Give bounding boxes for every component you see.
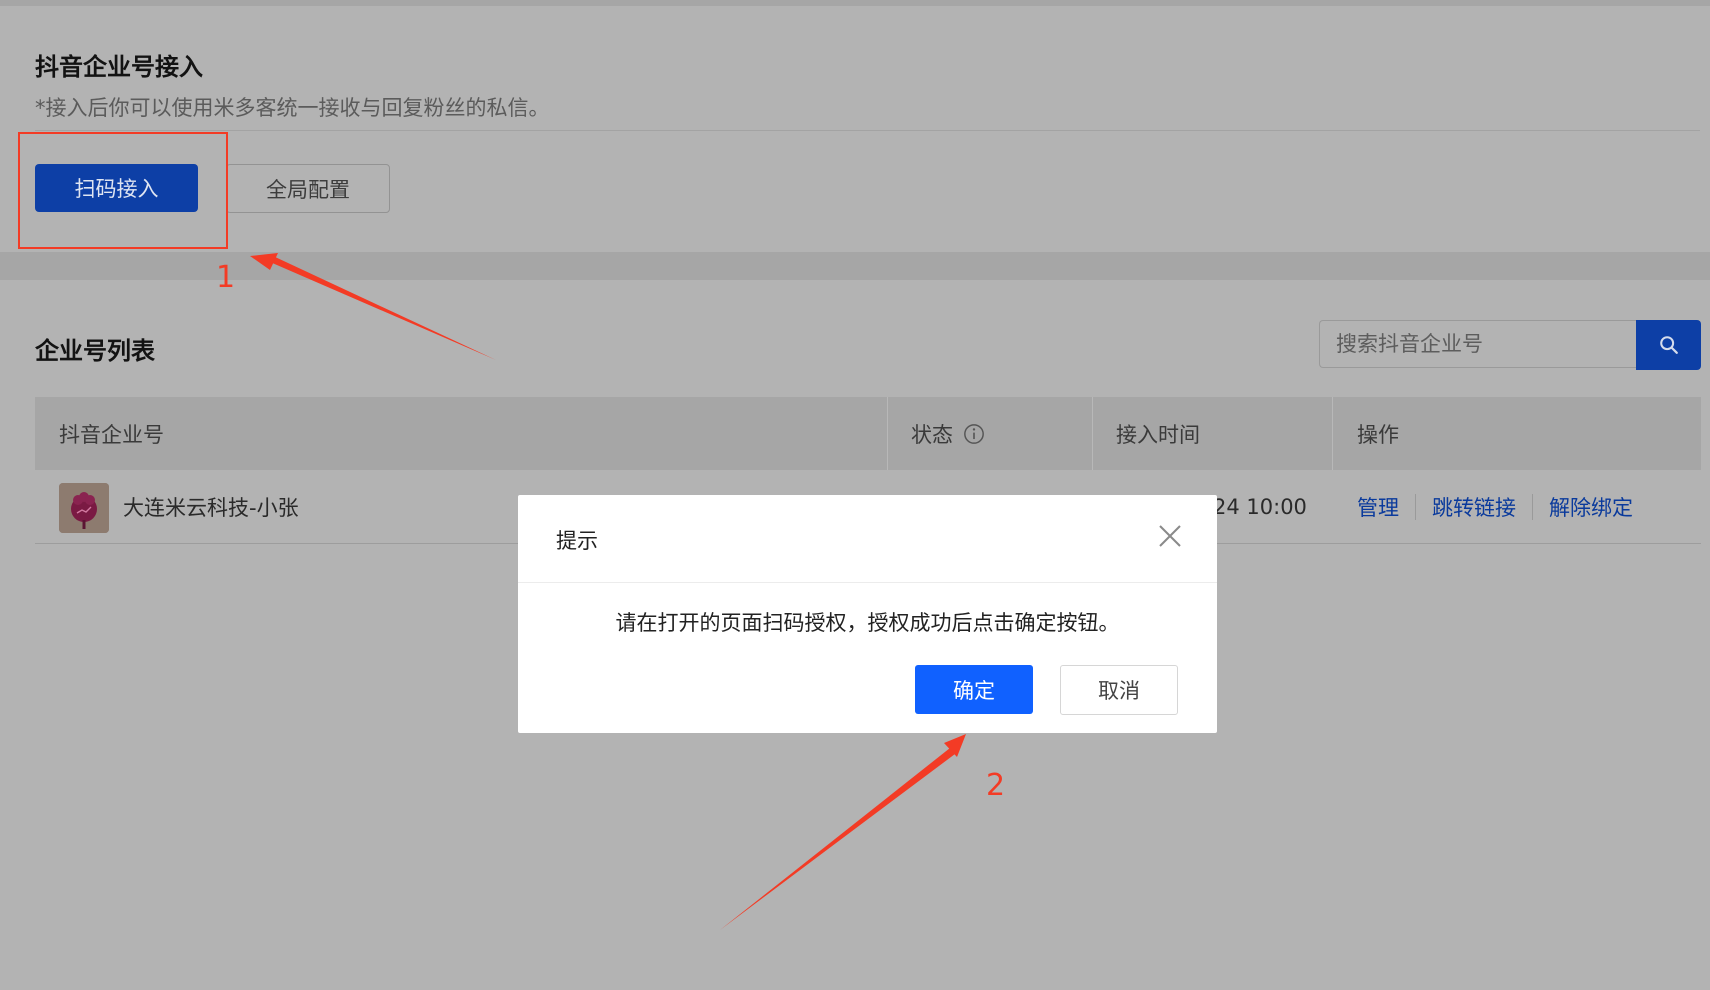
status-header-label: 状态 bbox=[911, 422, 953, 447]
action-separator bbox=[1532, 493, 1533, 520]
column-header-status: 状态 bbox=[911, 397, 985, 470]
confirm-button[interactable]: 确定 bbox=[915, 665, 1033, 714]
integration-description: *接入后你可以使用米多客统一接收与回复粉丝的私信。 bbox=[35, 96, 550, 120]
integration-section: 抖音企业号接入 *接入后你可以使用米多客统一接收与回复粉丝的私信。 扫码接入 全… bbox=[0, 6, 1710, 252]
integration-title: 抖音企业号接入 bbox=[35, 53, 203, 81]
column-divider bbox=[1332, 397, 1333, 470]
connect-time: 24 10:00 bbox=[1213, 494, 1307, 519]
dialog-message: 请在打开的页面扫码授权，授权成功后点击确定按钮。 bbox=[615, 611, 1120, 635]
account-list-title: 企业号列表 bbox=[35, 337, 155, 365]
annotation-step-1: 1 bbox=[216, 260, 236, 295]
action-separator bbox=[1415, 493, 1416, 520]
dialog-header: 提示 bbox=[518, 495, 1217, 583]
annotation-highlight-box bbox=[18, 132, 228, 249]
section-divider bbox=[35, 130, 1700, 131]
column-header-account: 抖音企业号 bbox=[59, 422, 164, 447]
search-icon bbox=[1659, 336, 1678, 354]
row-actions: 管理 跳转链接 解除绑定 bbox=[1357, 470, 1633, 543]
section-gap bbox=[0, 252, 1710, 280]
column-divider bbox=[1092, 397, 1093, 470]
avatar bbox=[59, 483, 109, 533]
column-divider bbox=[887, 397, 888, 470]
global-config-button[interactable]: 全局配置 bbox=[226, 164, 390, 213]
account-name: 大连米云科技-小张 bbox=[123, 495, 299, 520]
info-circle-icon[interactable] bbox=[963, 423, 985, 445]
search-button[interactable] bbox=[1636, 320, 1701, 370]
column-header-time: 接入时间 bbox=[1116, 422, 1200, 447]
annotation-step-2: 2 bbox=[986, 768, 1006, 803]
prompt-dialog: 提示 请在打开的页面扫码授权，授权成功后点击确定按钮。 确定 取消 bbox=[518, 495, 1217, 733]
manage-link[interactable]: 管理 bbox=[1357, 492, 1399, 522]
redirect-link[interactable]: 跳转链接 bbox=[1432, 492, 1516, 522]
table-header: 抖音企业号 状态 接入时间 操作 bbox=[35, 397, 1701, 470]
column-header-actions: 操作 bbox=[1357, 422, 1399, 447]
search-input[interactable] bbox=[1319, 320, 1636, 368]
dialog-title: 提示 bbox=[556, 529, 598, 553]
search-box bbox=[1319, 320, 1701, 370]
unbind-link[interactable]: 解除绑定 bbox=[1549, 492, 1633, 522]
cancel-button[interactable]: 取消 bbox=[1060, 665, 1178, 715]
close-icon[interactable] bbox=[1155, 521, 1185, 551]
